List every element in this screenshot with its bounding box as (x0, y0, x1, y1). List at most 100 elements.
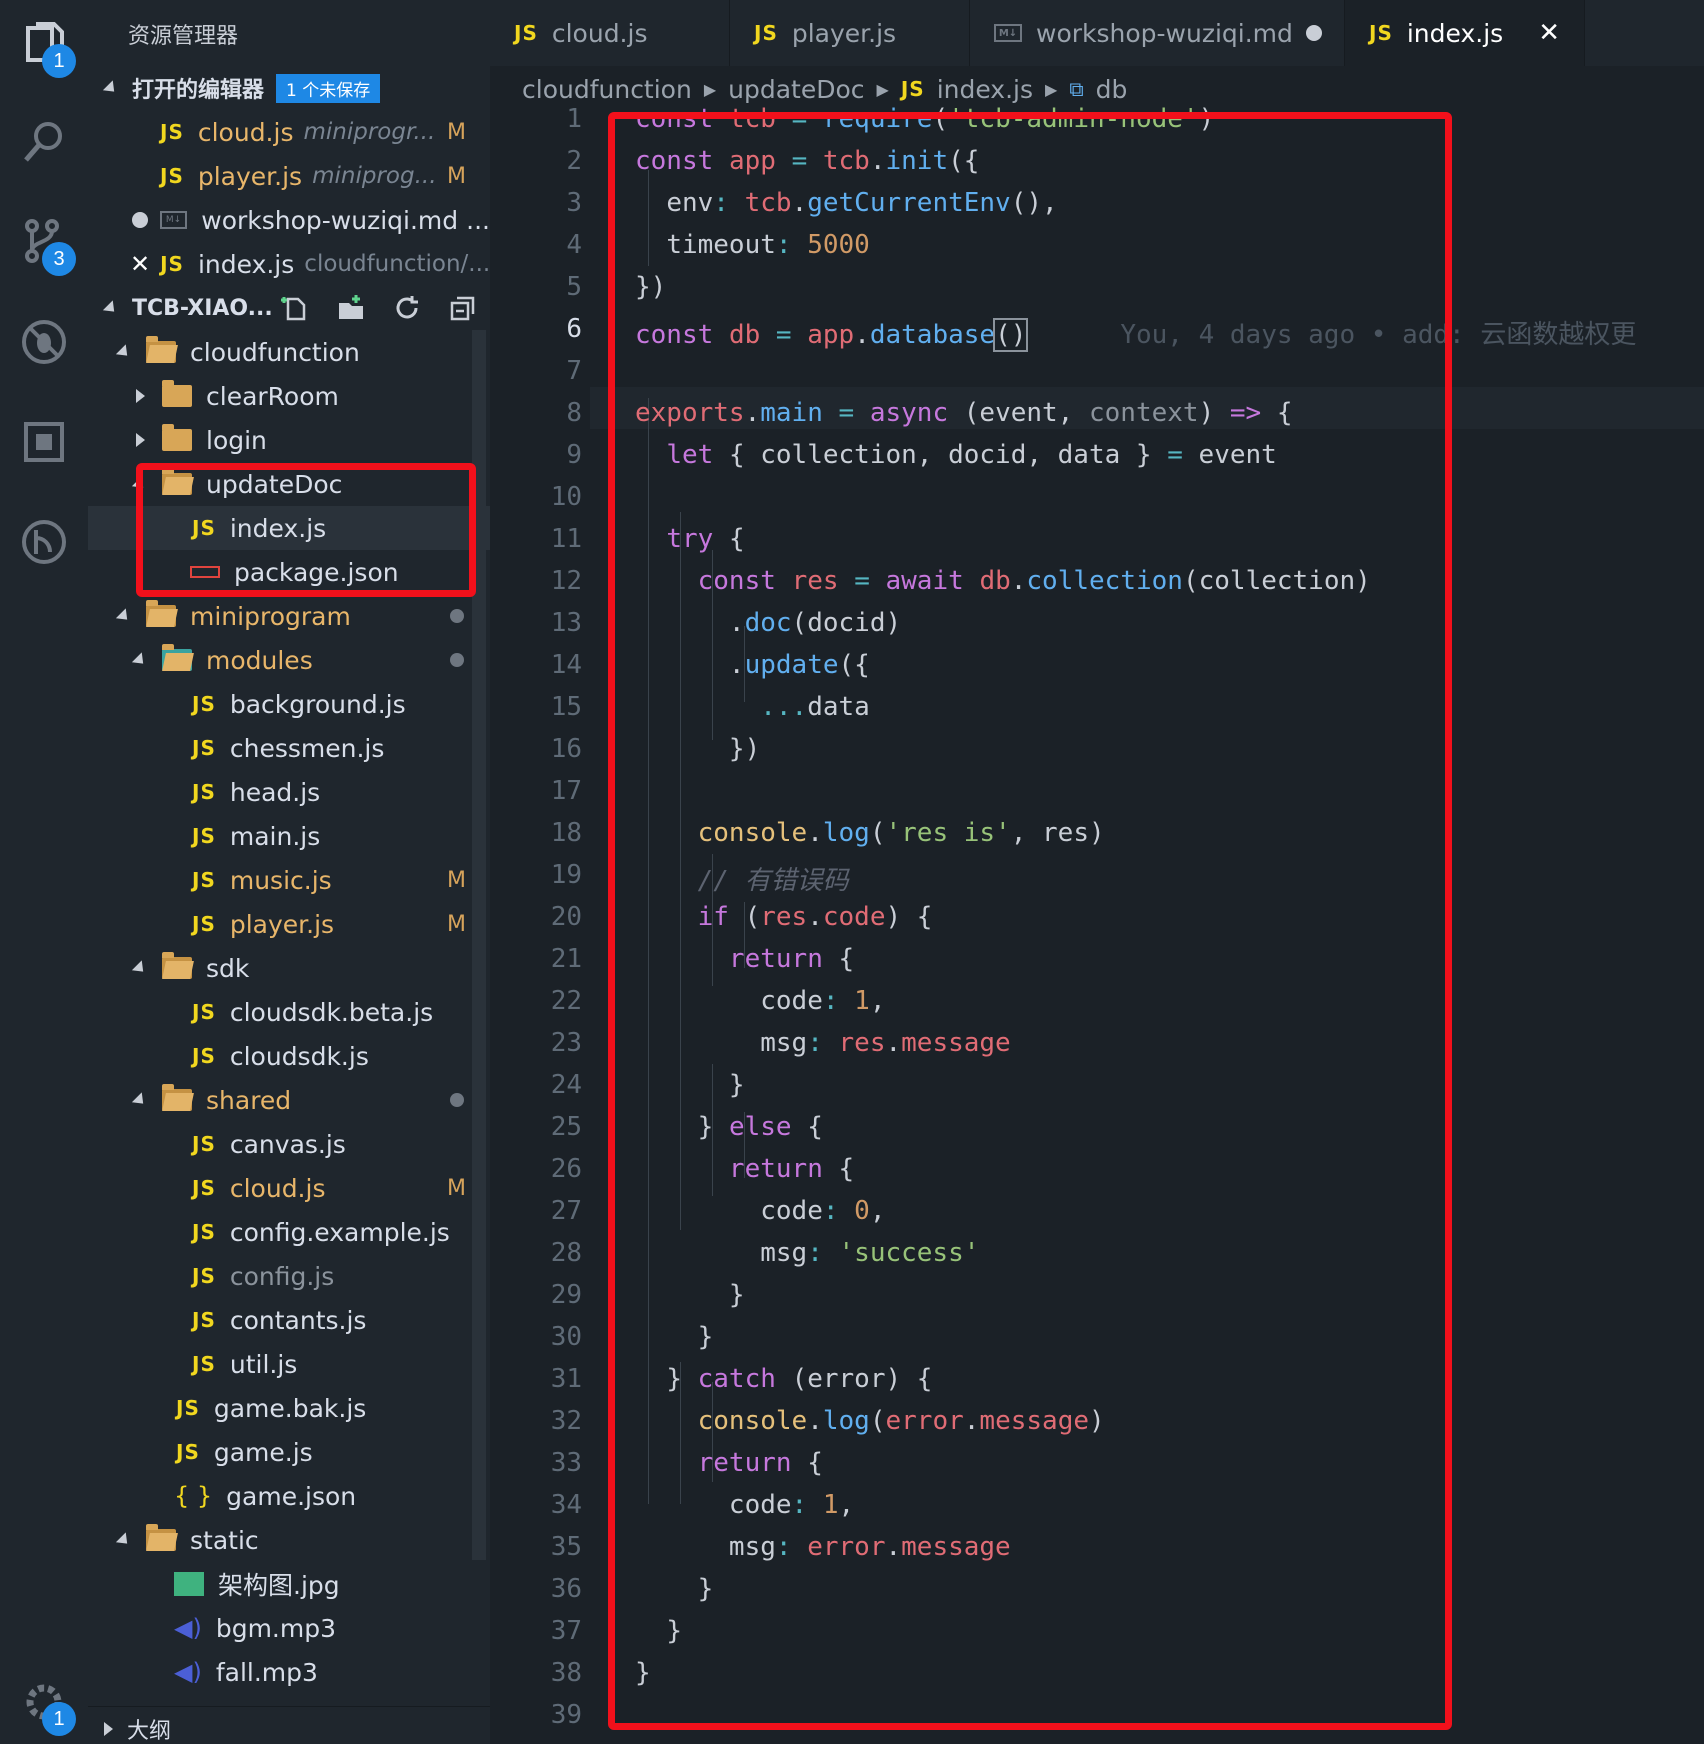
folder-sdk[interactable]: sdk (88, 946, 490, 990)
line-number: 11 (550, 524, 582, 554)
tree-label: chessmen.js (229, 733, 385, 763)
code-highlight-box (608, 112, 1452, 1730)
tab-bar: JS cloud.js JS player.js M↓ workshop-wuz… (490, 0, 1704, 66)
line-number: 31 (550, 1364, 582, 1394)
file-cloudsdk-js[interactable]: JS cloudsdk.js (88, 1034, 490, 1078)
open-editor-filename: index.js (197, 249, 295, 279)
folder-clearroom[interactable]: clearRoom (88, 374, 490, 418)
expanded-icon (115, 343, 133, 361)
file-canvas-js[interactable]: JS canvas.js (88, 1122, 490, 1166)
file-head-js[interactable]: JS head.js (88, 770, 490, 814)
source-control-icon[interactable]: 3 (10, 208, 78, 276)
tab-label: player.js (791, 18, 897, 48)
file-util-js[interactable]: JS util.js (88, 1342, 490, 1386)
project-header[interactable]: TCB-XIAO... (88, 286, 490, 330)
git-history-icon[interactable] (10, 508, 78, 576)
js-file-icon: JS (192, 824, 216, 848)
file-contants-js[interactable]: JS contants.js (88, 1298, 490, 1342)
settings-gear-icon[interactable]: 1 (10, 1668, 78, 1736)
js-file-icon: JS (192, 1264, 216, 1288)
modified-dot (450, 653, 464, 667)
line-number: 39 (550, 1700, 582, 1730)
file-config-example-js[interactable]: JS config.example.js (88, 1210, 490, 1254)
folder-cloudfunction[interactable]: cloudfunction (88, 330, 490, 374)
expanded-icon (115, 1531, 133, 1549)
tree-label: config.js (229, 1261, 335, 1291)
tree-label: clearRoom (206, 381, 339, 411)
folder-shared[interactable]: shared (88, 1078, 490, 1122)
folder-modules[interactable]: modules (88, 638, 490, 682)
file-music-js[interactable]: JS music.js M (88, 858, 490, 902)
file-arch-jpg[interactable]: 架构图.jpg (88, 1562, 490, 1606)
breadcrumb-item[interactable]: index.js (937, 75, 1033, 104)
explorer-sidebar: 资源管理器 打开的编辑器 1 个未保存 JS cloud.js miniprog… (88, 0, 490, 1744)
line-number: 4 (566, 230, 582, 260)
outline-header[interactable]: 大纲 (88, 1706, 490, 1744)
search-icon[interactable] (10, 108, 78, 176)
unsaved-badge: 1 个未保存 (276, 73, 381, 103)
breadcrumb-item[interactable]: updateDoc (728, 75, 864, 104)
close-tab-icon[interactable]: ✕ (1538, 18, 1560, 48)
chevron-right-icon: ▶ (703, 79, 717, 99)
line-number: 23 (550, 1028, 582, 1058)
line-number: 28 (550, 1238, 582, 1268)
js-file-icon: JS (176, 1440, 200, 1464)
expanded-icon (131, 651, 149, 669)
js-file-icon: JS (754, 21, 778, 45)
new-folder-icon[interactable] (336, 293, 366, 323)
markdown-file-icon: M↓ (994, 24, 1022, 42)
folder-miniprogram[interactable]: miniprogram (88, 594, 490, 638)
tree-label: static (190, 1525, 259, 1555)
file-player-js[interactable]: JS player.js M (88, 902, 490, 946)
breadcrumb-item[interactable]: db (1096, 75, 1128, 104)
folder-static[interactable]: static (88, 1518, 490, 1562)
file-bgm-mp3[interactable]: ◀) bgm.mp3 (88, 1606, 490, 1650)
file-background-js[interactable]: JS background.js (88, 682, 490, 726)
file-cloudsdk-beta-js[interactable]: JS cloudsdk.beta.js (88, 990, 490, 1034)
line-number: 34 (550, 1490, 582, 1520)
tree-label: background.js (229, 689, 406, 719)
js-file-icon: JS (192, 780, 216, 804)
js-file-icon: JS (192, 1044, 216, 1068)
tab-index-js[interactable]: JS index.js ✕ (1345, 0, 1585, 66)
json-file-icon: { } (174, 1482, 213, 1510)
file-fall-mp3[interactable]: ◀) fall.mp3 (88, 1650, 490, 1694)
unsaved-dot-icon (132, 212, 148, 228)
extensions-icon[interactable] (10, 408, 78, 476)
collapsed-icon (104, 1721, 113, 1736)
tree-label: game.bak.js (213, 1393, 367, 1423)
collapsed-icon (135, 433, 145, 447)
file-game-bak-js[interactable]: JS game.bak.js (88, 1386, 490, 1430)
tab-player-js[interactable]: JS player.js (730, 0, 970, 66)
refresh-icon[interactable] (392, 293, 422, 323)
open-editor-path: cloudfunction/... (304, 251, 490, 277)
open-editor-path: miniprogr... (303, 119, 436, 145)
breadcrumb-item[interactable]: cloudfunction (522, 75, 692, 104)
folder-open-icon (146, 600, 176, 627)
file-config-js[interactable]: JS config.js (88, 1254, 490, 1298)
explorer-icon[interactable]: 1 (10, 10, 78, 78)
open-editor-player-js[interactable]: JS player.js miniprog... M (88, 154, 490, 198)
collapse-all-icon[interactable] (448, 293, 478, 323)
folder-icon (162, 424, 192, 451)
file-cloud-js[interactable]: JS cloud.js M (88, 1166, 490, 1210)
file-game-js[interactable]: JS game.js (88, 1430, 490, 1474)
open-editors-header[interactable]: 打开的编辑器 1 个未保存 (88, 66, 490, 110)
debug-icon[interactable] (10, 308, 78, 376)
open-editor-path: miniprog... (312, 163, 437, 189)
js-file-icon: JS (192, 1176, 216, 1200)
file-chessmen-js[interactable]: JS chessmen.js (88, 726, 490, 770)
open-editor-index-js[interactable]: ✕ JS index.js cloudfunction/... (88, 242, 490, 286)
tab-cloud-js[interactable]: JS cloud.js (490, 0, 730, 66)
file-main-js[interactable]: JS main.js (88, 814, 490, 858)
tab-workshop-md[interactable]: M↓ workshop-wuziqi.md (970, 0, 1345, 66)
open-editor-workshop-md[interactable]: M↓ workshop-wuziqi.md ... (88, 198, 490, 242)
folder-icon (162, 380, 192, 407)
file-game-json[interactable]: { } game.json (88, 1474, 490, 1518)
open-editor-cloud-js[interactable]: JS cloud.js miniprogr... M (88, 110, 490, 154)
folder-login[interactable]: login (88, 418, 490, 462)
close-icon[interactable]: ✕ (130, 250, 150, 278)
new-file-icon[interactable] (280, 293, 310, 323)
expanded-icon (115, 607, 133, 625)
tree-label: 架构图.jpg (218, 1571, 340, 1600)
